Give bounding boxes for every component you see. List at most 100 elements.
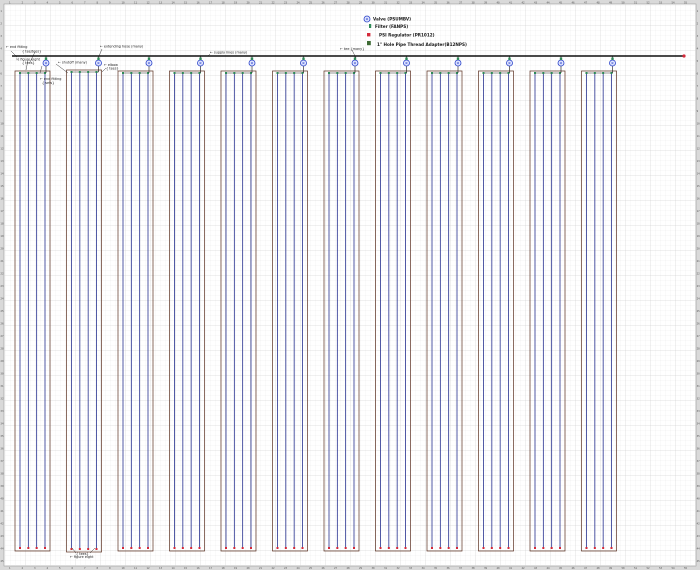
drip-line-end-cap	[190, 547, 193, 549]
ruler-tick-left: 33	[0, 409, 4, 413]
ruler-tick-right: 9	[697, 109, 699, 113]
drip-line-fitting	[70, 71, 73, 73]
ruler-tick-top: 14	[172, 0, 176, 4]
ruler-tick-bottom: 31	[384, 566, 388, 570]
drip-line-fitting	[490, 72, 493, 74]
ruler-tick-right: 41	[697, 509, 700, 513]
drip-line-fitting	[181, 72, 184, 74]
ruler-tick-right: 27	[697, 334, 700, 338]
ruler-tick-bottom: 14	[172, 566, 176, 570]
ruler-tick-left: 27	[0, 334, 4, 338]
annotation-bottom-fig-sub: { tees}	[76, 552, 89, 556]
ruler-tick-left: 9	[0, 109, 2, 113]
drip-line-fitting	[387, 72, 390, 74]
ruler-tick-bottom: 40	[497, 566, 501, 570]
valve-icon-glyph: ✕	[302, 60, 305, 65]
ruler-tick-bottom: 17	[209, 566, 213, 570]
ruler-tick-left: 13	[0, 159, 4, 163]
drip-line-end-cap	[404, 547, 407, 549]
ruler-tick-bottom: 3	[34, 566, 36, 570]
ruler-tick-bottom: 11	[134, 566, 138, 570]
drip-line-end-cap	[147, 547, 149, 549]
ruler-tick-top: 31	[384, 0, 388, 4]
ruler-tick-top: 48	[597, 0, 601, 4]
ruler-tick-bottom: 26	[322, 566, 326, 570]
drip-line-end-cap	[550, 547, 553, 549]
drip-line-end-cap	[225, 547, 227, 549]
ruler-tick-top: 15	[184, 0, 188, 4]
ruler-tick-bottom: 33	[409, 566, 413, 570]
ruler-tick-bottom: 6	[72, 566, 74, 570]
ruler-tick-left: 1	[0, 9, 2, 13]
drip-line-end-cap	[379, 547, 382, 549]
filter-icon	[456, 57, 460, 60]
ruler-tick-right: 18	[697, 222, 700, 226]
ruler-tick-left: 4	[0, 47, 2, 51]
drip-line-fitting	[542, 72, 545, 74]
ruler-tick-right: 5	[697, 59, 699, 63]
filter-icon	[302, 57, 305, 60]
drip-line-end-cap	[344, 547, 347, 549]
drip-line-fitting	[336, 72, 339, 74]
ruler-tick-bottom: 42	[522, 566, 526, 570]
ruler-tick-left: 24	[0, 297, 4, 301]
legend-valve-label: Valve (PSUMBV)	[373, 17, 411, 22]
filter-icon	[97, 57, 100, 60]
ruler-tick-top: 24	[297, 0, 301, 4]
drip-line-end-cap	[250, 547, 252, 549]
drip-line-fitting	[138, 72, 141, 74]
ruler-tick-top: 47	[584, 0, 588, 4]
ruler-tick-right: 6	[697, 72, 699, 76]
ruler-tick-left: 42	[0, 522, 4, 526]
drip-line-fitting	[241, 72, 244, 74]
ruler-tick-right: 45	[697, 559, 700, 563]
drip-line-fitting	[19, 72, 21, 74]
ruler-tick-top: 51	[634, 0, 638, 4]
ruler-tick-top: 54	[672, 0, 676, 4]
ruler-tick-left: 3	[0, 34, 2, 38]
ruler-tick-right: 37	[697, 459, 700, 463]
drip-line-end-cap	[482, 547, 485, 549]
ruler-tick-bottom: 54	[672, 566, 676, 570]
ruler-tick-left: 31	[0, 384, 4, 388]
ruler-tick-right: 44	[697, 547, 700, 551]
ruler-tick-bottom: 25	[309, 566, 313, 570]
drip-line-fitting	[225, 72, 227, 74]
ruler-tick-left: 5	[0, 59, 2, 63]
main-end-cap	[682, 54, 686, 58]
drip-line-end-cap	[534, 547, 536, 549]
annotation-supply: ← supply lines (many)	[210, 51, 248, 55]
ruler-tick-bottom: 39	[484, 566, 488, 570]
ruler-tick-left: 45	[0, 559, 4, 563]
sheet-grid	[4, 4, 696, 566]
filter-icon	[559, 57, 563, 60]
ruler-tick-left: 36	[0, 447, 4, 451]
ruler-tick-top: 44	[547, 0, 551, 4]
ruler-tick-bottom: 5	[59, 566, 61, 570]
ruler-tick-bottom: 55	[684, 566, 688, 570]
ruler-tick-right: 29	[697, 359, 700, 363]
drip-line-end-cap	[181, 547, 184, 549]
ruler-tick-right: 28	[697, 347, 700, 351]
ruler-tick-bottom: 41	[509, 566, 513, 570]
ruler-tick-left: 20	[0, 247, 4, 251]
ruler-tick-top: 33	[409, 0, 413, 4]
ruler-tick-left: 16	[0, 197, 4, 201]
ruler-tick-top: 28	[347, 0, 351, 4]
drip-line-fitting	[233, 72, 236, 74]
ruler-tick-bottom: 16	[197, 566, 201, 570]
ruler-tick-bottom: 48	[597, 566, 601, 570]
ruler-tick-right: 3	[697, 34, 699, 38]
drip-line-end-cap	[559, 547, 561, 549]
ruler-tick-bottom: 46	[572, 566, 576, 570]
filter-icon	[369, 24, 372, 28]
ruler-tick-top: 19	[234, 0, 238, 4]
legend-adapter-label: 1" Hole Pipe Thread Adapter(B12NPS)	[377, 42, 467, 47]
ruler-tick-bottom: 38	[472, 566, 476, 570]
drip-line-fitting	[27, 72, 30, 74]
drip-line-end-cap	[293, 547, 296, 549]
ruler-tick-top: 37	[459, 0, 463, 4]
drip-line-fitting	[284, 72, 287, 74]
ruler-tick-right: 15	[697, 184, 700, 188]
ruler-tick-top: 30	[372, 0, 376, 4]
